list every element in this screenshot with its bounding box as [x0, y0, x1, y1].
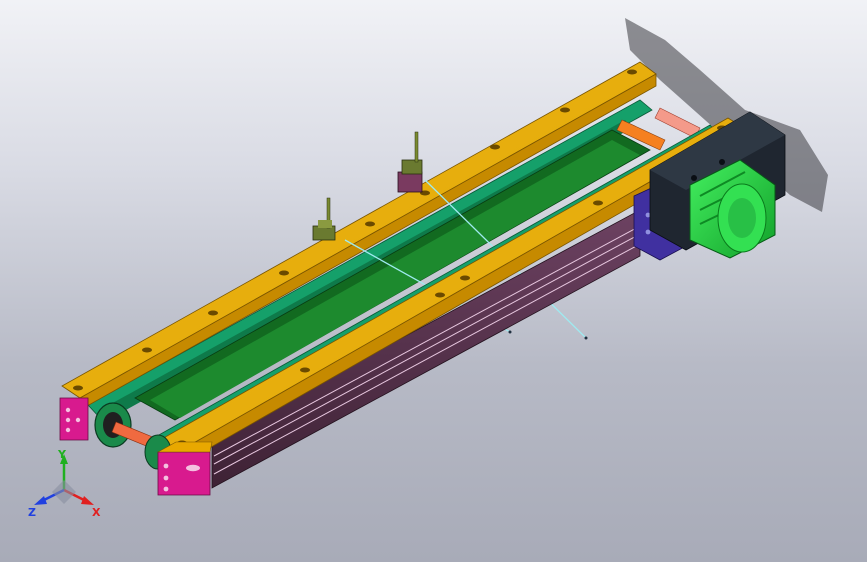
conveyor-3d-model[interactable] [0, 0, 867, 562]
bolt-hole [75, 417, 81, 423]
bolt-hole [65, 417, 71, 423]
beam-end [584, 336, 588, 340]
bolt-hole [65, 407, 71, 413]
bolt-hole [163, 463, 169, 469]
x-axis-label: X [92, 506, 101, 519]
triad-cone [52, 480, 76, 504]
bolt-hole [163, 486, 169, 492]
motor-bolt [719, 159, 725, 165]
sensor-left [312, 197, 336, 241]
back-shaft [654, 107, 701, 139]
back-end-block [59, 397, 89, 441]
x-axis-arrow [81, 496, 94, 505]
cad-viewport[interactable]: Y X Z [0, 0, 867, 562]
z-axis-arrow [34, 496, 47, 505]
bolt-hole [645, 229, 651, 235]
motor-bolt [691, 175, 697, 181]
motor-endcap-inner [728, 198, 756, 238]
orientation-triad[interactable]: Y X Z [24, 446, 104, 526]
sensor-right [397, 131, 423, 193]
y-axis-label: Y [57, 448, 67, 461]
bolt-hole [163, 475, 169, 481]
bolt-hole [65, 427, 71, 433]
bolt-slot [186, 464, 200, 472]
z-axis-label: Z [28, 506, 36, 519]
beam-end [508, 330, 512, 334]
